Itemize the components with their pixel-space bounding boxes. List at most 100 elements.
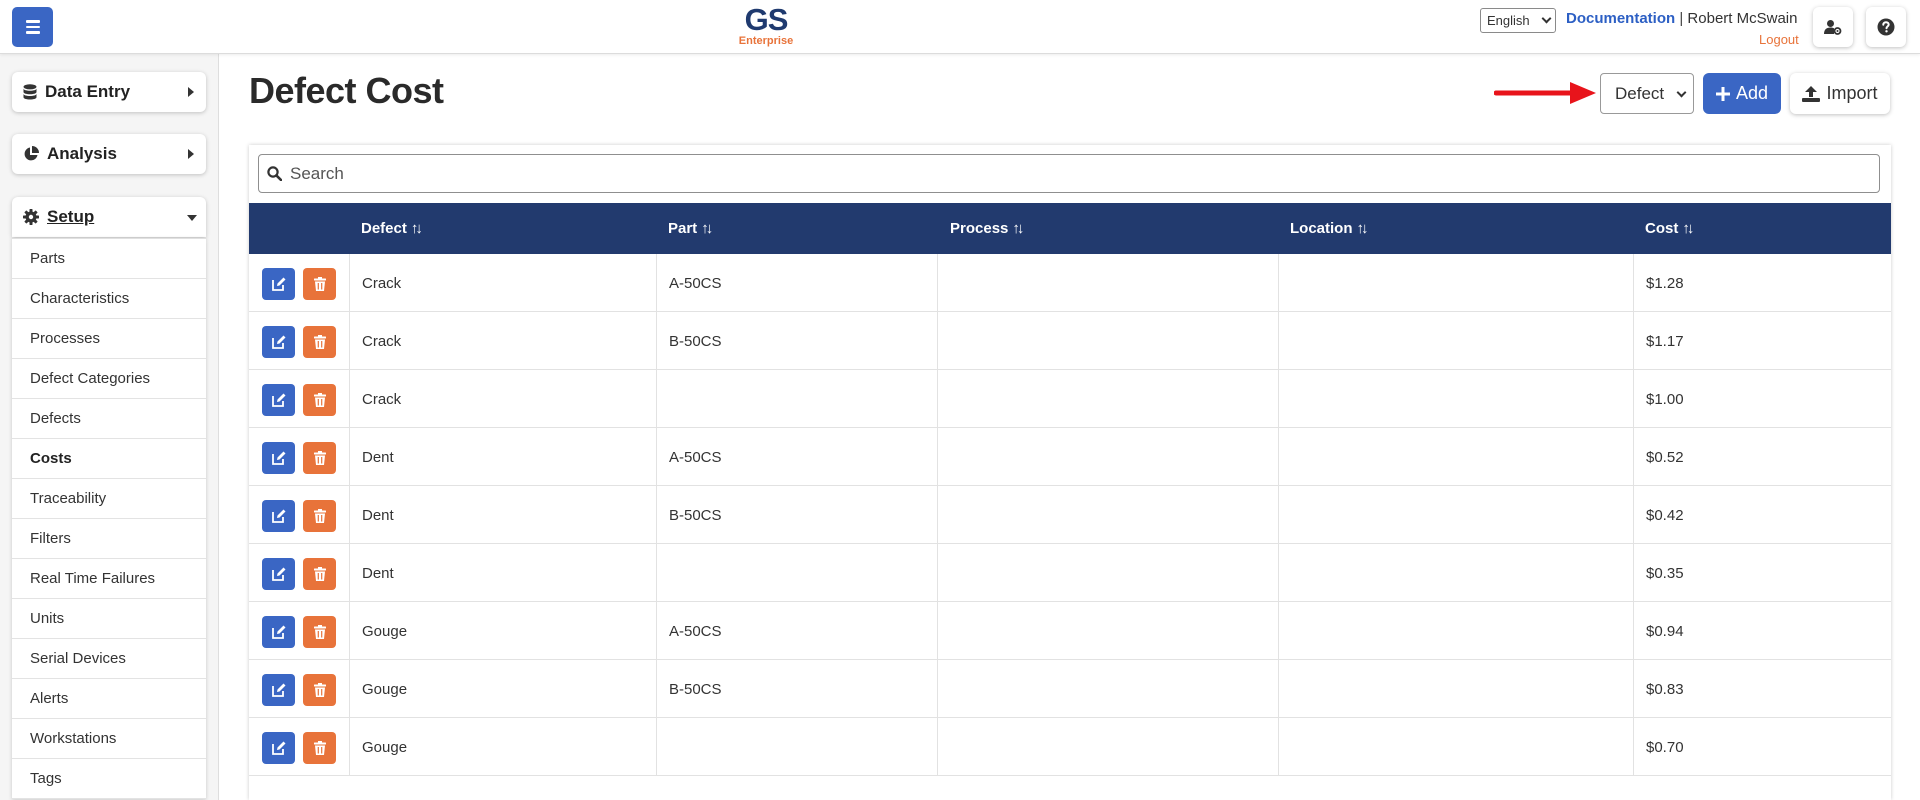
sidebar-item-costs[interactable]: Costs (12, 439, 206, 479)
edit-button[interactable] (262, 268, 295, 300)
sidebar-item-parts[interactable]: Parts (12, 239, 206, 279)
cell-part: A-50CS (669, 274, 722, 292)
delete-button[interactable] (303, 442, 336, 474)
user-name: Robert McSwain (1687, 10, 1798, 27)
search-box[interactable] (258, 154, 1880, 193)
sidebar-item-processes[interactable]: Processes (12, 319, 206, 359)
sidebar-item-real-time-failures[interactable]: Real Time Failures (12, 559, 206, 599)
sidebar-item-units[interactable]: Units (12, 599, 206, 639)
column-header-cost[interactable]: Cost ↑↓ (1645, 203, 1694, 254)
sort-icon: ↑↓ (1682, 220, 1694, 237)
sidebar-item-workstations[interactable]: Workstations (12, 719, 206, 759)
logo-text: GS (744, 2, 789, 37)
import-button[interactable]: Import (1790, 73, 1890, 114)
edit-button[interactable] (262, 326, 295, 358)
table-row: Dent B-50CS $0.42 (249, 486, 1891, 544)
table-row: Dent A-50CS $0.52 (249, 428, 1891, 486)
cell-cost: $0.83 (1646, 680, 1684, 698)
cell-cost: $0.70 (1646, 738, 1684, 756)
add-button[interactable]: Add (1703, 73, 1781, 114)
user-gear-icon (1824, 20, 1842, 35)
cell-defect: Dent (362, 564, 394, 582)
hamburger-menu-button[interactable] (12, 7, 53, 47)
caret-right-icon (188, 87, 194, 97)
sidebar-item-tags[interactable]: Tags (12, 759, 206, 799)
delete-button[interactable] (303, 558, 336, 590)
setup-submenu: Parts Characteristics Processes Defect C… (12, 238, 206, 799)
cell-defect: Dent (362, 448, 394, 466)
user-settings-button[interactable] (1813, 7, 1853, 47)
table-header: Defect ↑↓ Part ↑↓ Process ↑↓ Location ↑↓ Cos… (249, 203, 1891, 254)
cell-part: A-50CS (669, 622, 722, 640)
sidebar-setup-label: Setup (47, 207, 95, 226)
edit-button[interactable] (262, 674, 295, 706)
sidebar-item-defects[interactable]: Defects (12, 399, 206, 439)
sidebar-item-serial-devices[interactable]: Serial Devices (12, 639, 206, 679)
logout-link[interactable]: Logout (1759, 32, 1799, 47)
cell-defect: Crack (362, 390, 402, 408)
chevron-down-icon (1676, 87, 1687, 98)
sidebar-item-traceability[interactable]: Traceability (12, 479, 206, 519)
trash-icon (313, 451, 326, 465)
edit-button[interactable] (262, 558, 295, 590)
sort-icon: ↑↓ (701, 220, 713, 237)
cell-cost: $1.00 (1646, 390, 1684, 408)
cell-defect: Gouge (362, 680, 408, 698)
edit-button[interactable] (262, 442, 295, 474)
costs-table-card: Defect↑↓ Part↑↓ Process↑↓ Location↑↓ Cos… (249, 145, 1891, 800)
help-button[interactable] (1866, 7, 1906, 47)
trash-icon (313, 567, 326, 581)
sidebar-item-alerts[interactable]: Alerts (12, 679, 206, 719)
cell-part: B-50CS (669, 332, 722, 350)
caret-right-icon (188, 149, 194, 159)
delete-button[interactable] (303, 268, 336, 300)
sort-icon: ↑↓ (410, 220, 423, 237)
delete-button[interactable] (303, 674, 336, 706)
plus-icon (1715, 86, 1730, 101)
edit-button[interactable] (262, 500, 295, 532)
sidebar-analysis[interactable]: Analysis (12, 134, 206, 174)
language-select[interactable]: English (1480, 8, 1556, 33)
sidebar-item-defect-categories[interactable]: Defect Categories (12, 359, 206, 399)
sidebar-item-characteristics[interactable]: Characteristics (12, 279, 206, 319)
column-header-process[interactable]: Process ↑↓ (950, 203, 1024, 254)
red-annotation-arrow-icon (1494, 82, 1596, 104)
sidebar-data-entry[interactable]: Data Entry (12, 72, 206, 112)
table-row: Gouge A-50CS $0.94 (249, 602, 1891, 660)
import-button-label: Import (1826, 83, 1878, 103)
gs-enterprise-logo[interactable]: GS Enterprise (738, 2, 794, 47)
search-icon (267, 166, 282, 181)
table-row: Dent $0.35 (249, 544, 1891, 602)
cell-cost: $0.94 (1646, 622, 1684, 640)
edit-icon (271, 625, 285, 639)
edit-icon (271, 509, 285, 523)
sort-icon: ↑↓ (1356, 220, 1369, 237)
search-input[interactable] (290, 163, 1850, 184)
trash-icon (313, 741, 326, 755)
cell-cost: $1.28 (1646, 274, 1684, 292)
delete-button[interactable] (303, 732, 336, 764)
cell-cost: $1.17 (1646, 332, 1684, 350)
gear-icon (23, 209, 39, 225)
column-header-defect[interactable]: Defect ↑↓ (361, 203, 423, 254)
delete-button[interactable] (303, 616, 336, 648)
edit-button[interactable] (262, 616, 295, 648)
database-icon (23, 84, 37, 100)
logo-subtext: Enterprise (738, 35, 794, 47)
edit-button[interactable] (262, 384, 295, 416)
sidebar-item-filters[interactable]: Filters (12, 519, 206, 559)
edit-icon (271, 451, 285, 465)
sort-icon: ↑↓ (1012, 220, 1024, 237)
user-area: Documentation | Robert McSwain (1566, 10, 1797, 27)
documentation-link[interactable]: Documentation (1566, 10, 1675, 27)
delete-button[interactable] (303, 326, 336, 358)
edit-icon (271, 741, 285, 755)
edit-button[interactable] (262, 732, 295, 764)
column-header-location[interactable]: Location ↑↓ (1290, 203, 1369, 254)
table-row: Gouge $0.70 (249, 718, 1891, 776)
delete-button[interactable] (303, 384, 336, 416)
sidebar-setup[interactable]: Setup (12, 197, 206, 237)
cost-type-select[interactable]: Defect (1600, 73, 1694, 114)
delete-button[interactable] (303, 500, 336, 532)
column-header-part[interactable]: Part ↑↓ (668, 203, 713, 254)
